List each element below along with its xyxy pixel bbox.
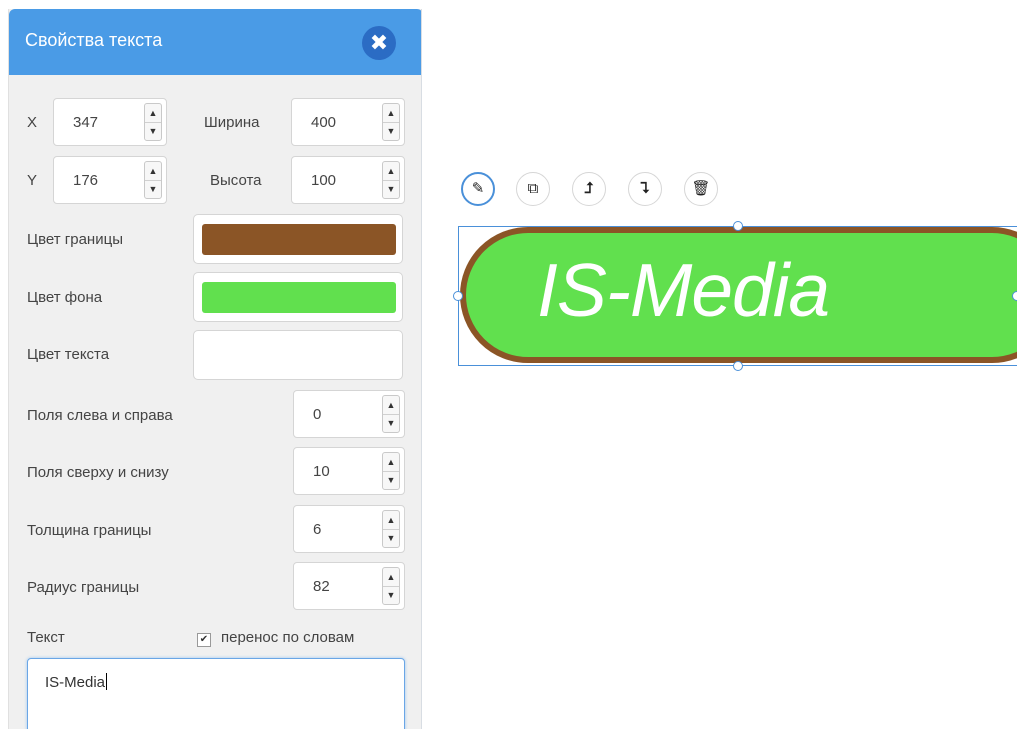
chevron-up-icon[interactable]: ▲ (383, 396, 399, 415)
padding-lr-label: Поля слева и справа (27, 407, 173, 424)
chevron-down-icon[interactable]: ▼ (383, 471, 399, 489)
border-width-label: Толщина границы (27, 522, 152, 539)
chevron-down-icon[interactable]: ▼ (383, 414, 399, 432)
border-color-picker[interactable] (193, 214, 403, 264)
padding-tb-input[interactable]: 10 ▲ ▼ (293, 447, 405, 495)
chevron-down-icon[interactable]: ▼ (383, 586, 399, 604)
border-radius-stepper[interactable]: ▲ ▼ (382, 567, 400, 605)
text-color-label: Цвет текста (27, 346, 110, 363)
border-color-swatch (202, 224, 396, 255)
chevron-up-icon[interactable]: ▲ (383, 104, 399, 123)
send-backward-icon: ⮧ (640, 180, 650, 197)
x-label: X (27, 114, 38, 131)
edit-button[interactable]: ✎ (461, 172, 495, 206)
bg-color-swatch (202, 282, 396, 313)
border-width-input[interactable]: 6 ▲ ▼ (293, 505, 405, 553)
width-stepper[interactable]: ▲ ▼ (382, 103, 400, 141)
word-wrap-label: перенос по словам (221, 629, 355, 646)
text-color-picker[interactable] (193, 330, 403, 380)
close-icon[interactable]: ✖ (362, 26, 396, 60)
x-stepper[interactable]: ▲ ▼ (144, 103, 162, 141)
chevron-down-icon[interactable]: ▼ (383, 529, 399, 547)
resize-handle-right[interactable] (1012, 291, 1017, 301)
chevron-up-icon[interactable]: ▲ (145, 104, 161, 123)
chevron-down-icon[interactable]: ▼ (145, 180, 161, 198)
y-stepper[interactable]: ▲ ▼ (144, 161, 162, 199)
copy-button[interactable]: ⧉ (516, 172, 550, 206)
chevron-up-icon[interactable]: ▲ (383, 511, 399, 530)
resize-handle-top[interactable] (733, 221, 743, 231)
trash-icon: 🗑 (691, 180, 711, 197)
chevron-up-icon[interactable]: ▲ (145, 162, 161, 181)
text-label: Текст (27, 629, 65, 646)
panel-header: Свойства текста ✖ (9, 9, 421, 75)
delete-button[interactable]: 🗑 (684, 172, 718, 206)
padding-lr-input[interactable]: 0 ▲ ▼ (293, 390, 405, 438)
word-wrap-checkbox[interactable]: ✔ (197, 633, 211, 647)
chevron-down-icon[interactable]: ▼ (383, 180, 399, 198)
text-color-swatch (202, 340, 396, 371)
chevron-up-icon[interactable]: ▲ (383, 568, 399, 587)
x-input[interactable]: 347 ▲ ▼ (53, 98, 167, 146)
width-input[interactable]: 400 ▲ ▼ (291, 98, 405, 146)
padding-lr-stepper[interactable]: ▲ ▼ (382, 395, 400, 433)
text-properties-panel: Свойства текста ✖ X 347 ▲ ▼ Ширина 400 ▲… (8, 9, 422, 729)
chevron-down-icon[interactable]: ▼ (145, 122, 161, 140)
text-content-value: IS-Media (45, 674, 106, 691)
copy-icon: ⧉ (527, 180, 539, 197)
y-label: Y (27, 172, 38, 189)
border-color-label: Цвет границы (27, 231, 123, 248)
height-label: Высота (210, 172, 262, 189)
bg-color-label: Цвет фона (27, 289, 103, 306)
width-label: Ширина (204, 114, 260, 131)
y-input[interactable]: 176 ▲ ▼ (53, 156, 167, 204)
padding-tb-label: Поля сверху и снизу (27, 464, 169, 481)
panel-title: Свойства текста (25, 30, 163, 50)
bring-forward-button[interactable]: ⮥ (572, 172, 606, 206)
pencil-icon: ✎ (471, 180, 485, 197)
border-width-stepper[interactable]: ▲ ▼ (382, 510, 400, 548)
resize-handle-bottom[interactable] (733, 361, 743, 371)
selection-box (458, 226, 1017, 366)
chevron-down-icon[interactable]: ▼ (383, 122, 399, 140)
border-radius-label: Радиус границы (27, 579, 140, 596)
send-backward-button[interactable]: ⮧ (628, 172, 662, 206)
resize-handle-left[interactable] (453, 291, 463, 301)
border-radius-input[interactable]: 82 ▲ ▼ (293, 562, 405, 610)
height-input[interactable]: 100 ▲ ▼ (291, 156, 405, 204)
chevron-up-icon[interactable]: ▲ (383, 162, 399, 181)
chevron-up-icon[interactable]: ▲ (383, 453, 399, 472)
bring-forward-icon: ⮥ (584, 180, 594, 197)
text-caret (106, 673, 108, 690)
bg-color-picker[interactable] (193, 272, 403, 322)
padding-tb-stepper[interactable]: ▲ ▼ (382, 452, 400, 490)
height-stepper[interactable]: ▲ ▼ (382, 161, 400, 199)
text-content-input[interactable]: IS-Media (27, 658, 405, 729)
